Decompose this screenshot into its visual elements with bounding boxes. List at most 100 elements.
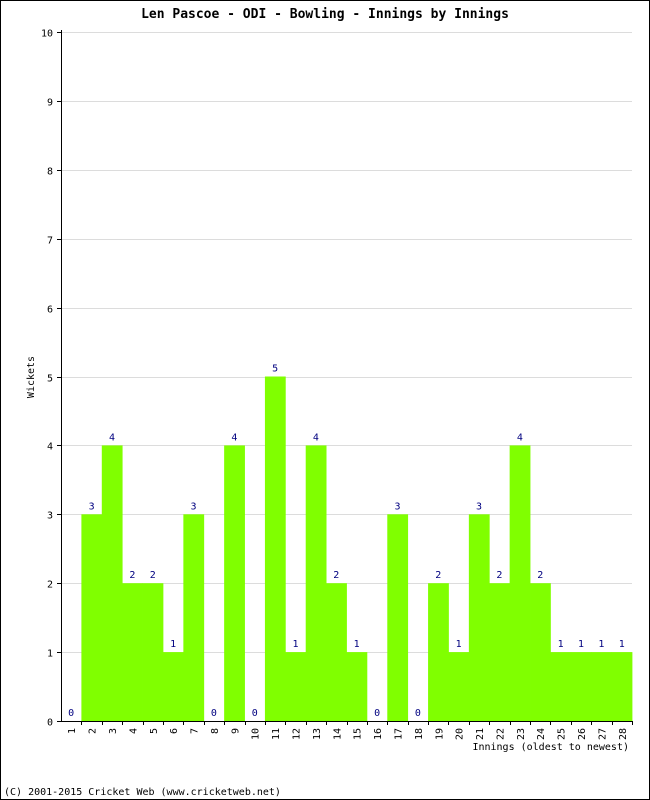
data-label: 1	[558, 639, 564, 650]
x-tick-label: 24	[536, 728, 547, 740]
data-label: 0	[374, 708, 380, 719]
chart-title: Len Pascoe - ODI - Bowling - Innings by …	[141, 7, 509, 22]
bar	[611, 652, 633, 721]
data-label: 3	[476, 501, 482, 512]
y-tick-label: 1	[47, 649, 53, 660]
bar	[550, 652, 572, 721]
bar	[162, 652, 184, 721]
bar	[387, 514, 409, 721]
data-label: 4	[313, 432, 319, 443]
data-label: 2	[435, 570, 441, 581]
bars	[81, 376, 633, 721]
y-tick-label: 10	[41, 29, 53, 40]
x-tick-label: 10	[251, 728, 262, 740]
bar	[81, 514, 103, 721]
bar	[264, 376, 286, 721]
y-axis-title: Wickets	[26, 356, 37, 398]
bar	[224, 445, 245, 721]
bar	[448, 652, 470, 721]
data-label: 3	[394, 501, 400, 512]
x-tick-label: 20	[455, 728, 466, 740]
data-label: 4	[109, 432, 115, 443]
x-tick-label: 6	[169, 728, 180, 734]
x-tick-label: 16	[373, 728, 384, 740]
bar	[326, 583, 347, 721]
x-tick-label: 13	[312, 728, 323, 740]
x-tick-label: 28	[618, 728, 629, 740]
data-label: 1	[354, 639, 360, 650]
bar	[183, 514, 205, 721]
data-label: 2	[150, 570, 156, 581]
y-tick-label: 4	[47, 442, 53, 453]
x-tick-label: 3	[108, 728, 119, 734]
x-tick-label: 22	[495, 728, 506, 740]
bar	[122, 583, 143, 721]
y-tick-labels: 0 1 2 3 4 5 6 7 8 9 10	[41, 29, 53, 729]
y-tick-label: 8	[47, 167, 53, 178]
x-tick-label: 11	[271, 728, 282, 740]
y-tick-label: 7	[47, 236, 53, 247]
bar	[346, 652, 368, 721]
x-tick-label: 23	[516, 728, 527, 740]
x-tick-label: 21	[475, 728, 486, 740]
bar	[305, 445, 327, 721]
data-label: 0	[252, 708, 258, 719]
bar	[142, 583, 164, 721]
x-tick-labels: 1 2 3 4 5 6 7 8 9 10 11 12 13 14 15 16 17 18 19 20 21 22 23 24 2…	[67, 728, 629, 740]
data-label: 2	[129, 570, 135, 581]
x-tick-label: 26	[577, 728, 588, 740]
data-label: 2	[496, 570, 502, 581]
y-tick-label: 3	[47, 511, 53, 522]
x-tick-label: 18	[414, 728, 425, 740]
x-tick-label: 12	[292, 728, 303, 740]
data-label: 1	[293, 639, 299, 650]
data-label: 3	[89, 501, 95, 512]
y-tick-label: 5	[47, 374, 53, 385]
bar	[591, 652, 613, 721]
bar	[509, 445, 531, 721]
x-tick-label: 19	[434, 728, 445, 740]
data-label: 2	[333, 570, 339, 581]
data-label: 0	[415, 708, 421, 719]
data-label: 1	[170, 639, 176, 650]
x-tick-label: 5	[149, 728, 160, 734]
gridlines	[61, 32, 632, 653]
bar	[101, 445, 123, 721]
data-label: 3	[191, 501, 197, 512]
x-tick-label: 14	[332, 728, 343, 740]
y-tick-label: 6	[47, 305, 53, 316]
bar	[285, 652, 307, 721]
data-label: 0	[68, 708, 74, 719]
data-label: 1	[578, 639, 584, 650]
data-label: 1	[456, 639, 462, 650]
data-label: 1	[619, 639, 625, 650]
data-label: 0	[211, 708, 217, 719]
y-tick-label: 2	[47, 580, 53, 591]
x-tick-label: 15	[353, 728, 364, 740]
x-tick-label: 2	[88, 728, 99, 734]
bar	[489, 583, 511, 721]
bar-chart: Len Pascoe - ODI - Bowling - Innings by …	[26, 7, 633, 753]
x-tick-label: 25	[557, 728, 568, 740]
x-tick-label: 7	[190, 728, 201, 734]
x-tick-label: 4	[128, 728, 139, 734]
data-label: 5	[272, 364, 278, 375]
chart-frame: Len Pascoe - ODI - Bowling - Innings by …	[0, 0, 650, 800]
x-tick-label: 9	[230, 728, 241, 734]
x-tick-label: 8	[210, 728, 221, 734]
x-axis-title: Innings (oldest to newest)	[472, 742, 629, 753]
data-label: 1	[598, 639, 604, 650]
bar	[428, 583, 449, 721]
bar	[530, 583, 551, 721]
x-tick-label: 17	[393, 728, 404, 740]
data-label: 2	[537, 570, 543, 581]
data-label: 4	[231, 432, 237, 443]
bar	[570, 652, 592, 721]
bar	[468, 514, 490, 721]
y-tick-label: 0	[47, 718, 53, 729]
y-tick-label: 9	[47, 98, 53, 109]
data-label: 4	[517, 432, 523, 443]
x-tick-label: 1	[67, 728, 78, 734]
x-tick-label: 27	[597, 728, 608, 740]
copyright-footer: (C) 2001-2015 Cricket Web (www.cricketwe…	[4, 787, 281, 798]
